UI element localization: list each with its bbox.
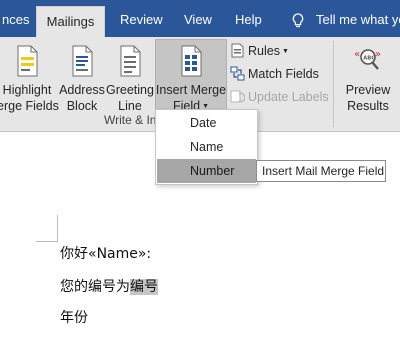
highlight-merge-fields-button[interactable]: Highlight erge Fields [0, 45, 59, 114]
tab-help[interactable]: Help [235, 0, 262, 37]
insert-label-line1: Insert Merge [155, 83, 227, 97]
svg-text:«: « [354, 49, 360, 60]
match-fields-button[interactable]: Match Fields [230, 64, 330, 84]
rules-icon [231, 43, 244, 58]
match-fields-icon [230, 66, 245, 81]
doc-line-year[interactable]: 年份 [60, 307, 88, 327]
update-labels-button[interactable]: Update Labels [230, 87, 340, 107]
merge-field-dropdown: Date Name Number [155, 109, 258, 185]
update-labels-label: Update Labels [248, 90, 329, 104]
tell-me-search[interactable]: Tell me what yo [316, 0, 400, 37]
highlight-fields-icon [17, 45, 38, 77]
tab-view[interactable]: View [184, 0, 212, 37]
preview-label-line1: Preview [345, 83, 391, 97]
margin-corner-mark [36, 215, 58, 242]
rules-label: Rules [248, 44, 280, 58]
tab-mailings[interactable]: Mailings [36, 6, 105, 37]
rules-label-wrap: Rules ▼ [248, 41, 289, 64]
greeting-line-icon [120, 45, 141, 77]
doc-line-number-prefix: 您的编号为 [60, 279, 130, 295]
doc-line-number[interactable]: 您的编号为编号 [60, 276, 158, 296]
greeting-line-button[interactable]: Greeting Line [106, 45, 154, 114]
lightbulb-icon [292, 13, 304, 28]
dropdown-item-date[interactable]: Date [157, 111, 256, 135]
svg-text:ABC: ABC [363, 56, 375, 62]
tab-references[interactable]: nces [2, 0, 29, 37]
ribbon-tab-bar: nces Mailings Review View Help Tell me w… [0, 0, 400, 37]
update-labels-icon [230, 90, 245, 103]
doc-line-greeting[interactable]: 你好«Name»: [60, 243, 151, 263]
dropdown-item-name[interactable]: Name [157, 135, 256, 159]
write-insert-group-label: Write & In [104, 113, 157, 127]
highlight-label-line2: erge Fields [0, 99, 59, 113]
group-separator [333, 41, 334, 127]
preview-results-icon: « » ABC [354, 49, 381, 70]
rules-button[interactable]: Rules ▼ [230, 41, 300, 61]
greeting-label-line2: Line [118, 99, 142, 113]
preview-label-line2: Results [347, 99, 389, 113]
highlight-label-line1: Highlight [2, 83, 52, 97]
tab-review[interactable]: Review [120, 0, 163, 37]
insert-merge-field-label[interactable]: Insert Merge Field ▼ [155, 45, 227, 117]
address-label-line2: Block [66, 99, 98, 113]
chevron-down-icon: ▼ [281, 48, 289, 55]
insert-merge-field-icon [181, 45, 202, 77]
insert-field-tooltip: Insert Mail Merge Field [256, 160, 386, 182]
preview-results-button[interactable]: « » ABC Preview Results [340, 45, 396, 114]
match-fields-label: Match Fields [248, 67, 319, 81]
svg-text:»: » [375, 49, 381, 60]
address-label-line1: Address [59, 83, 105, 97]
dropdown-item-number[interactable]: Number [157, 159, 256, 183]
address-block-button[interactable]: Address Block [58, 45, 106, 114]
address-block-icon [72, 45, 93, 77]
merge-field-number[interactable]: 编号 [130, 279, 158, 295]
greeting-label-line1: Greeting [106, 83, 154, 97]
